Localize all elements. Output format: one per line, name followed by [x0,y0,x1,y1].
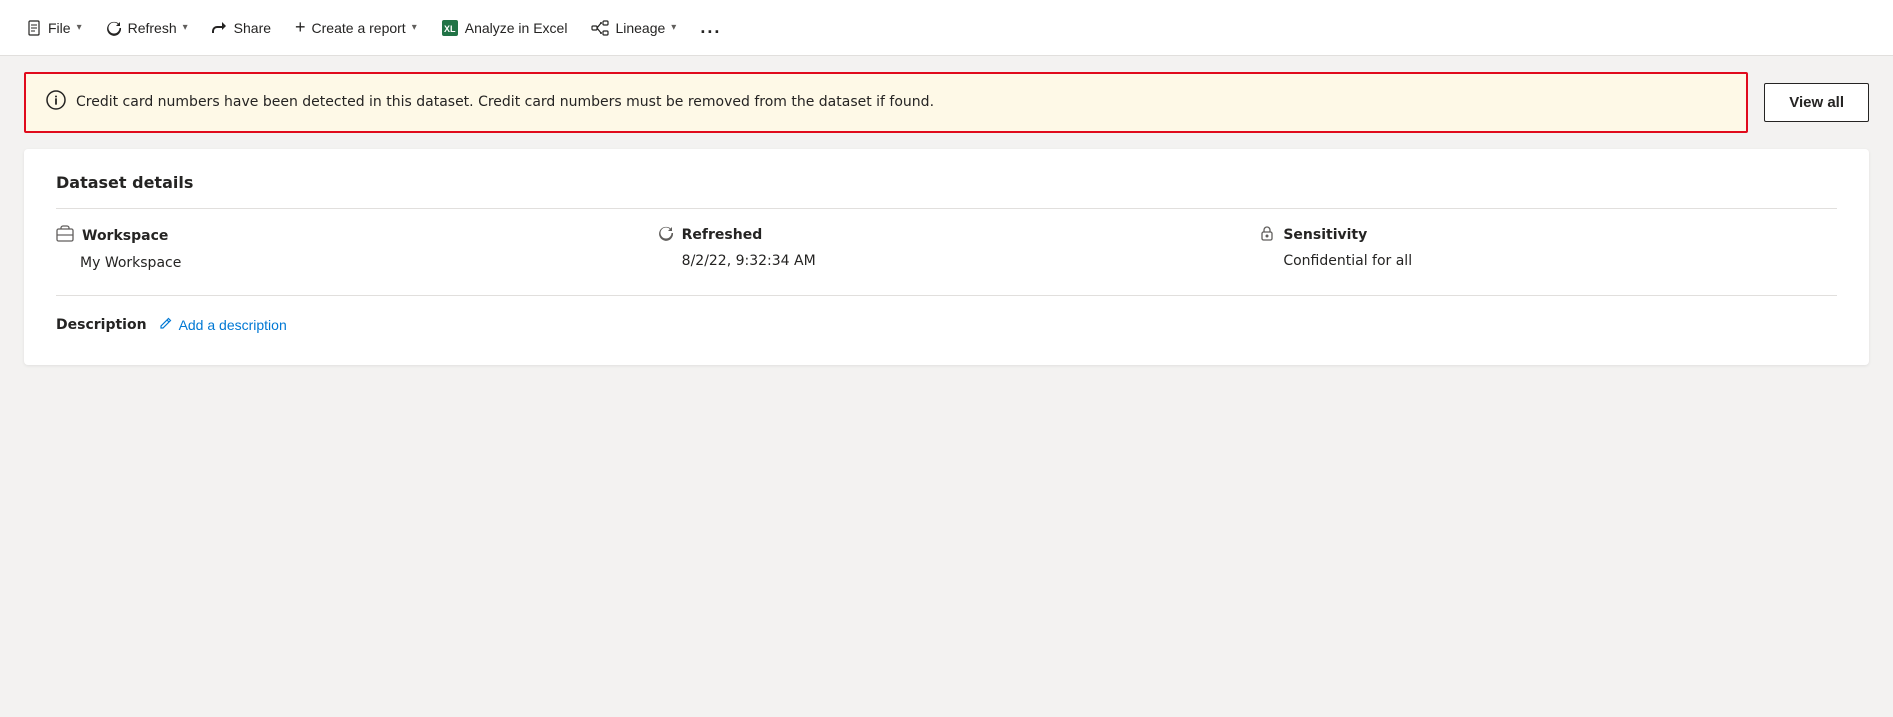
share-button[interactable]: Share [202,14,281,42]
sensitivity-value: Confidential for all [1259,253,1837,269]
workspace-label: Workspace [82,228,168,244]
refresh-chevron-icon: ▾ [183,22,188,33]
add-description-label: Add a description [179,317,287,333]
refresh-icon [106,20,122,36]
alert-box: Credit card numbers have been detected i… [24,72,1748,133]
workspace-icon [56,225,74,247]
lineage-icon [591,19,609,37]
excel-icon: XL [441,19,459,37]
alert-message: Credit card numbers have been detected i… [76,92,934,113]
add-description-button[interactable]: Add a description [159,316,287,333]
analyze-excel-label: Analyze in Excel [465,20,568,36]
description-label: Description [56,317,147,333]
plus-icon: + [295,17,306,38]
sensitivity-label-row: Sensitivity [1259,225,1837,245]
sensitivity-icon [1259,225,1275,245]
refresh-label: Refresh [128,20,177,36]
analyze-excel-button[interactable]: XL Analyze in Excel [431,13,578,43]
workspace-value: My Workspace [56,255,634,271]
alert-container: Credit card numbers have been detected i… [0,56,1893,149]
share-icon [212,20,228,36]
description-section: Description Add a description [56,316,1837,333]
file-button[interactable]: File ▾ [16,14,92,42]
lineage-button[interactable]: Lineage ▾ [581,13,686,43]
file-chevron-icon: ▾ [77,22,82,33]
edit-icon [159,316,173,333]
toolbar: File ▾ Refresh ▾ Share + Create a report… [0,0,1893,56]
refreshed-value: 8/2/22, 9:32:34 AM [658,253,1236,269]
sensitivity-item: Sensitivity Confidential for all [1259,225,1837,271]
create-report-chevron-icon: ▾ [412,22,417,33]
refreshed-label-row: Refreshed [658,225,1236,245]
more-label: ... [700,17,721,38]
lineage-label: Lineage [615,20,665,36]
dataset-details-card: Dataset details Workspace My Workspace [24,149,1869,365]
workspace-label-row: Workspace [56,225,634,247]
file-label: File [48,20,71,36]
refreshed-label: Refreshed [682,227,763,243]
sensitivity-label: Sensitivity [1283,227,1367,243]
dataset-details-title: Dataset details [56,173,1837,209]
main-content: Credit card numbers have been detected i… [0,56,1893,365]
file-icon [26,20,42,36]
workspace-item: Workspace My Workspace [56,225,634,271]
view-all-button[interactable]: View all [1764,83,1869,122]
share-label: Share [234,20,271,36]
details-grid: Workspace My Workspace Refreshed 8/2/22,… [56,225,1837,296]
create-report-label: Create a report [312,20,406,36]
lineage-chevron-icon: ▾ [671,22,676,33]
create-report-button[interactable]: + Create a report ▾ [285,11,427,44]
svg-text:XL: XL [444,24,456,34]
more-button[interactable]: ... [690,11,731,44]
refreshed-icon [658,225,674,245]
refreshed-item: Refreshed 8/2/22, 9:32:34 AM [658,225,1236,271]
info-icon [46,90,66,115]
refresh-button[interactable]: Refresh ▾ [96,14,198,42]
